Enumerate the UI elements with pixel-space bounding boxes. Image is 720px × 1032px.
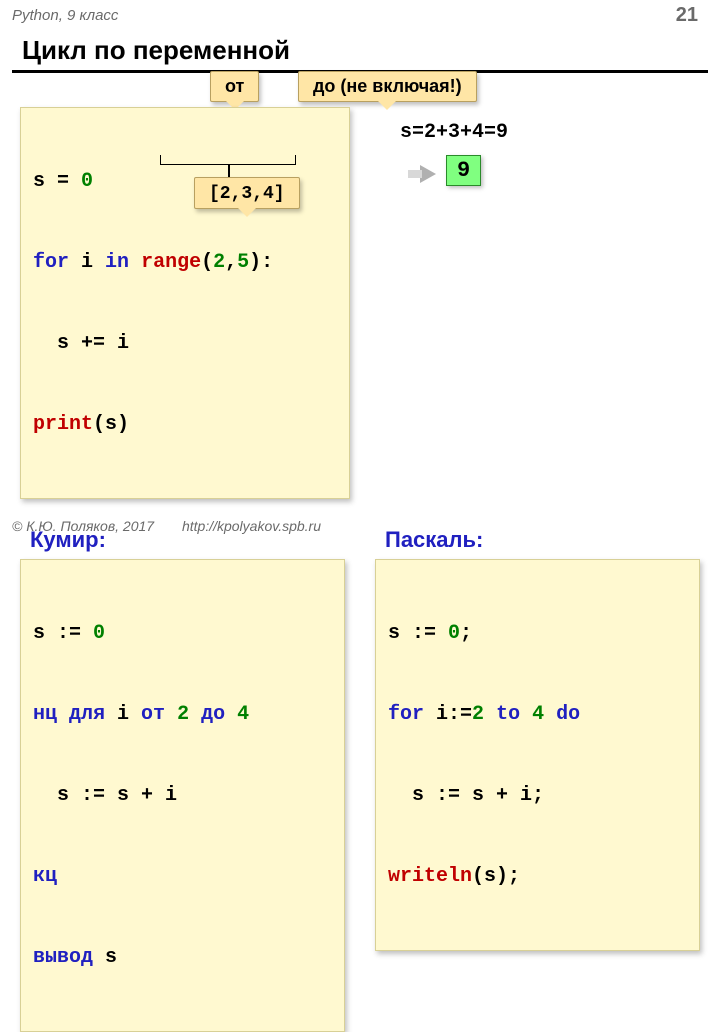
- footer: © К.Ю. Поляков, 2017 http://kpolyakov.sp…: [12, 518, 321, 534]
- python-line-3: s += i: [33, 330, 337, 357]
- kumir-line-2: нц для i от 2 до 4: [33, 701, 332, 728]
- pascal-line-2: for i:=2 to 4 do: [388, 701, 687, 728]
- range-bracket: [160, 155, 296, 165]
- result-arrow-icon: [420, 165, 436, 183]
- footer-url: http://kpolyakov.spb.ru: [182, 518, 321, 534]
- kumir-line-1: s := 0: [33, 620, 332, 647]
- page-number: 21: [676, 4, 698, 27]
- python-code: s = 0 for i in range(2,5): s += i print(…: [20, 107, 350, 499]
- result-box: 9: [446, 155, 481, 186]
- kumir-line-3: s := s + i: [33, 782, 332, 809]
- calc-expression: s=2+3+4=9: [400, 121, 508, 144]
- pascal-line-1: s := 0;: [388, 620, 687, 647]
- comparison-row: Кумир: s := 0 нц для i от 2 до 4 s := s …: [20, 517, 700, 1032]
- slide-title: Цикл по переменной: [22, 35, 720, 66]
- tag-range-list: [2,3,4]: [194, 177, 300, 209]
- pascal-code: s := 0; for i:=2 to 4 do s := s + i; wri…: [375, 559, 700, 951]
- course-label: Python, 9 класс: [12, 7, 118, 24]
- pascal-line-3: s := s + i;: [388, 782, 687, 809]
- kumir-code: s := 0 нц для i от 2 до 4 s := s + i кц …: [20, 559, 345, 1032]
- pascal-line-4: writeln(s);: [388, 863, 687, 890]
- header-bar: Python, 9 класс 21: [0, 0, 720, 27]
- pascal-label: Паскаль:: [385, 527, 700, 553]
- python-line-2: for i in range(2,5):: [33, 249, 337, 276]
- tag-to: до (не включая!): [298, 71, 477, 102]
- kumir-column: Кумир: s := 0 нц для i от 2 до 4 s := s …: [20, 517, 345, 1032]
- pascal-column: Паскаль: s := 0; for i:=2 to 4 do s := s…: [375, 517, 700, 1032]
- kumir-line-5: вывод s: [33, 944, 332, 971]
- content-area: от до (не включая!) s = 0 for i in range…: [0, 73, 720, 1032]
- copyright: © К.Ю. Поляков, 2017: [12, 518, 154, 534]
- python-line-4: print(s): [33, 411, 337, 438]
- kumir-line-4: кц: [33, 863, 332, 890]
- tag-from: от: [210, 71, 259, 102]
